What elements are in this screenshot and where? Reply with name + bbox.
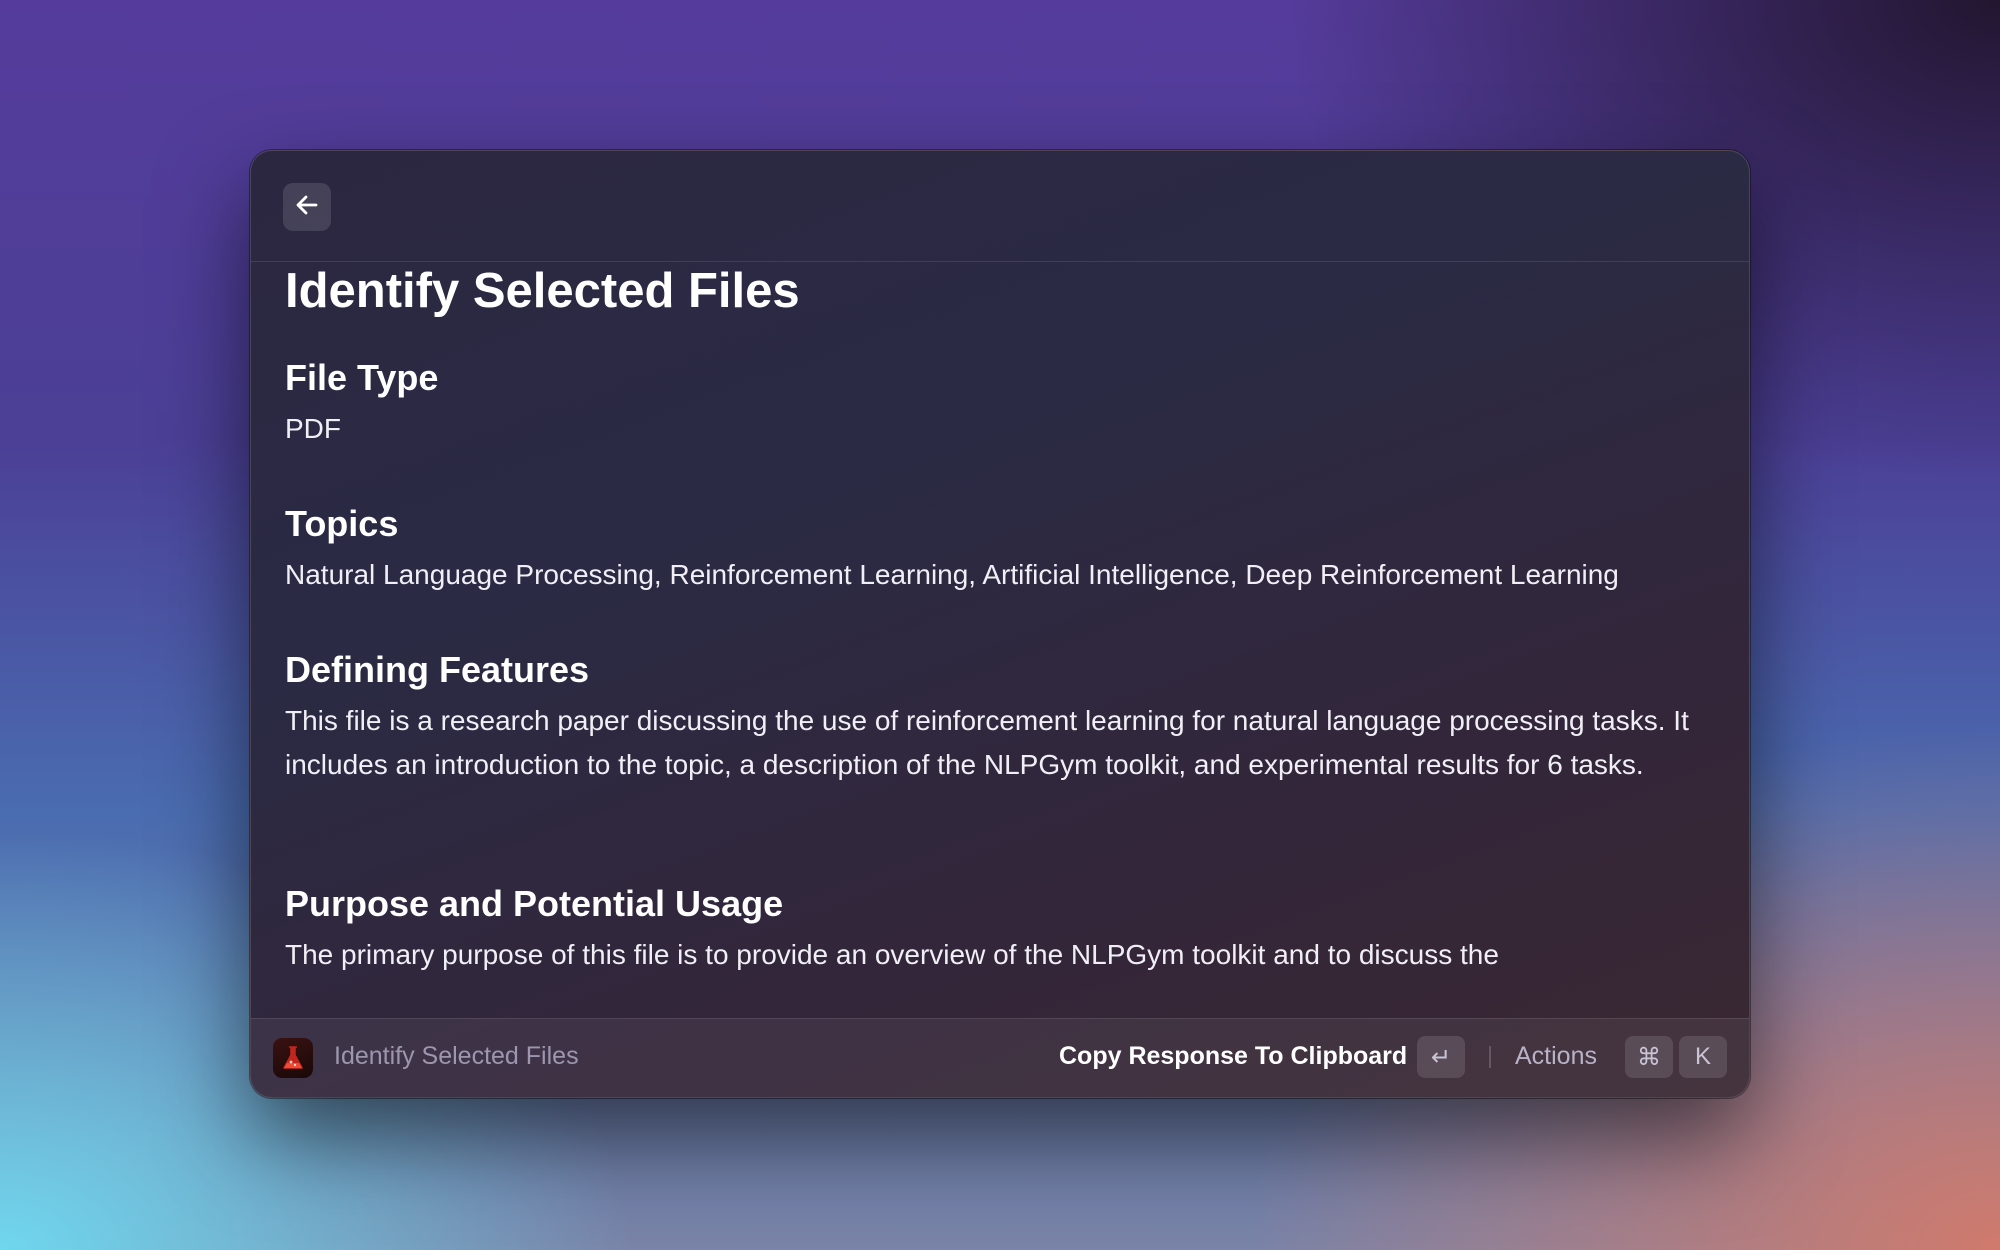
section-heading-defining-features: Defining Features <box>285 649 590 690</box>
copy-response-button[interactable]: Copy Response To Clipboard <box>1059 1042 1407 1071</box>
section-body-purpose: The primary purpose of this file is to p… <box>285 939 1499 970</box>
k-key-badge: K <box>1679 1036 1727 1078</box>
footer-divider <box>1489 1046 1491 1068</box>
window-header <box>251 151 1749 262</box>
flask-icon <box>273 1038 313 1078</box>
command-key-icon: ⌘ <box>1625 1036 1673 1078</box>
command-name: Identify Selected Files <box>334 1042 579 1070</box>
section-heading-topics: Topics <box>285 503 399 544</box>
return-key-icon: ↵ <box>1417 1036 1465 1078</box>
section-heading-purpose: Purpose and Potential Usage <box>285 883 784 924</box>
actions-button[interactable]: Actions <box>1515 1042 1597 1071</box>
section-body-file-type: PDF <box>285 413 341 444</box>
response-content: Identify Selected Files File Type PDF To… <box>285 263 1719 1017</box>
action-bar: Identify Selected Files Copy Response To… <box>251 1018 1749 1097</box>
section-heading-file-type: File Type <box>285 357 439 398</box>
arrow-left-icon <box>294 192 320 223</box>
page-title: Identify Selected Files <box>285 264 800 318</box>
back-button[interactable] <box>283 183 331 231</box>
section-body-topics: Natural Language Processing, Reinforceme… <box>285 559 1619 590</box>
section-body-defining-features: This file is a research paper discussing… <box>285 705 1689 780</box>
command-window: Identify Selected Files File Type PDF To… <box>250 150 1750 1098</box>
